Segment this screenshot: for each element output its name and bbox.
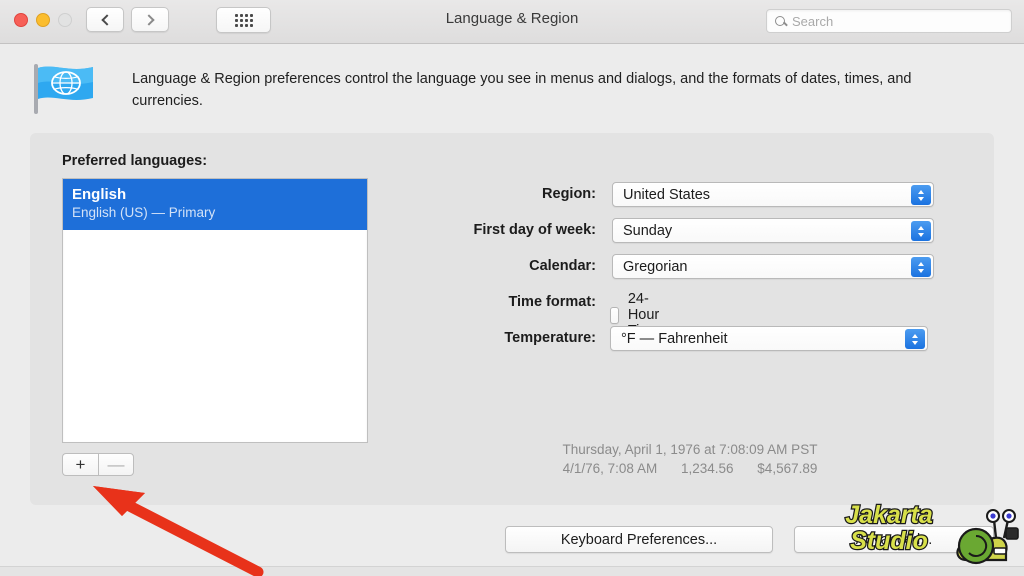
language-detail: English (US) — Primary (72, 205, 216, 220)
calendar-label: Calendar: (529, 258, 596, 274)
remove-language-button[interactable]: — (98, 453, 134, 476)
search-placeholder: Search (792, 13, 834, 29)
watermark: Jakarta Studio (820, 500, 1024, 576)
preview-short-line: 4/1/76, 7:08 AM 1,234.56 $4,567.89 (460, 459, 920, 478)
region-value: United States (623, 186, 711, 203)
24-hour-time-checkbox[interactable] (610, 306, 619, 324)
preferred-languages-list[interactable]: English English (US) — Primary (62, 178, 368, 443)
region-label: Region: (542, 186, 596, 202)
preview-currency: $4,567.89 (757, 461, 818, 476)
language-name: English (72, 186, 127, 203)
temperature-popup-button[interactable]: °F — Fahrenheit (610, 326, 928, 351)
snail-icon (956, 509, 1019, 565)
list-item[interactable]: English English (US) — Primary (63, 179, 367, 230)
window-titlebar: Language & Region Search (0, 0, 1024, 44)
first-day-of-week-label: First day of week: (473, 222, 596, 238)
search-field[interactable]: Search (766, 9, 1012, 33)
region-popup-button[interactable]: United States (612, 182, 934, 207)
time-format-label: Time format: (508, 294, 596, 310)
preferred-languages-label: Preferred languages: (62, 153, 208, 169)
first-day-of-week-popup-button[interactable]: Sunday (612, 218, 934, 243)
flag-globe-icon (34, 64, 93, 114)
language-region-preferences-window: Language & Region Search Language & Regi… (0, 0, 1024, 576)
temperature-value: °F — Fahrenheit (621, 330, 728, 347)
search-icon (775, 16, 785, 26)
keyboard-preferences-button[interactable]: Keyboard Preferences... (505, 526, 773, 553)
add-language-button[interactable]: + (62, 453, 98, 476)
region-stepper-icon[interactable] (911, 185, 931, 205)
calendar-value: Gregorian (623, 258, 688, 275)
format-preview: Thursday, April 1, 1976 at 7:08:09 AM PS… (460, 440, 920, 478)
watermark-line1: Jakarta (844, 501, 934, 530)
preferences-description: Language & Region preferences control th… (132, 71, 912, 109)
watermark-line2: Studio (849, 527, 929, 556)
calendar-stepper-icon[interactable] (911, 257, 931, 277)
first-day-of-week-value: Sunday (623, 222, 673, 239)
preview-long-date: Thursday, April 1, 1976 at 7:08:09 AM PS… (562, 442, 818, 457)
calendar-popup-button[interactable]: Gregorian (612, 254, 934, 279)
temperature-label: Temperature: (504, 330, 596, 346)
preview-short-date: 4/1/76, 7:08 AM (562, 461, 658, 476)
temperature-stepper-icon[interactable] (905, 329, 925, 349)
language-list-controls: + — (62, 453, 134, 476)
first-day-stepper-icon[interactable] (911, 221, 931, 241)
preview-number: 1,234.56 (680, 461, 734, 476)
watermark-text: Jakarta Studio (824, 501, 954, 556)
